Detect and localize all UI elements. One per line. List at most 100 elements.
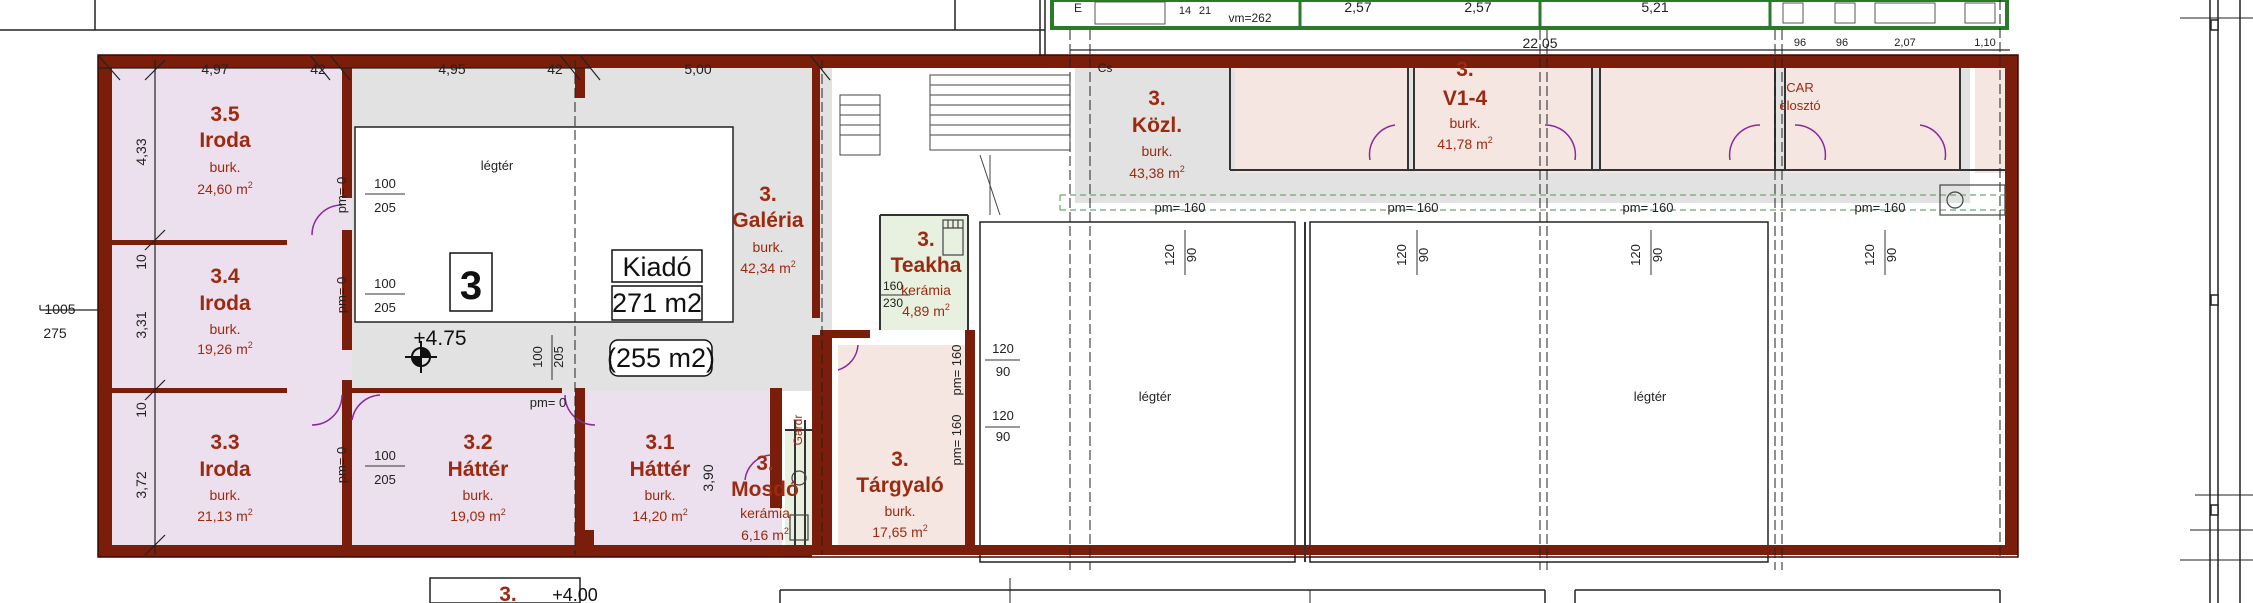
room-number: 3.5 — [210, 103, 240, 126]
legter-gallery: légtér — [481, 158, 514, 173]
room-area: 4,89 m2 — [902, 302, 950, 319]
tag-230-a: 230 — [883, 296, 903, 310]
room-number: 3. — [1148, 87, 1166, 110]
dim-390: 3,90 — [700, 464, 716, 491]
dim-b: 42 — [310, 61, 326, 77]
tag-90-d: 90 — [1416, 248, 1431, 262]
room-area: 41,78 m2 — [1437, 135, 1493, 152]
dim-f2: 96 — [1836, 37, 1848, 49]
room-finish: burk. — [209, 159, 240, 175]
room-area: 19,09 m2 — [450, 507, 506, 524]
tag-90-b: 90 — [996, 429, 1010, 444]
room-number: 3. — [1456, 58, 1474, 81]
dim-c: 4,95 — [438, 61, 465, 77]
dim-label-e: E — [1074, 1, 1082, 15]
room-finish: burk. — [1141, 143, 1172, 159]
tag-100-c: 100 — [374, 448, 396, 463]
room-name: Iroda — [199, 458, 251, 481]
legter-mid: légtér — [1139, 389, 1172, 404]
dim-a: 4,97 — [201, 61, 228, 77]
room-name: Teakha — [891, 254, 962, 277]
area-sub: (255 m2) — [607, 343, 715, 373]
tag-pm160-f: pm= 160 — [949, 415, 964, 466]
tag-pm0-b: pm= 0 — [334, 277, 349, 314]
tag-120-b: 120 — [992, 408, 1014, 423]
car-label: CAR — [1786, 80, 1813, 95]
room-name: Galéria — [732, 209, 804, 232]
dim-left-l2: 275 — [43, 325, 67, 341]
room-finish: burk. — [1449, 115, 1480, 131]
room-finish: burk. — [462, 487, 493, 503]
dim-d: 42 — [547, 61, 563, 77]
legter-right: légtér — [1634, 389, 1667, 404]
dim-v21: 21 — [1199, 5, 1211, 17]
tag-90-a: 90 — [996, 364, 1010, 379]
room-area: 19,26 m2 — [197, 340, 253, 357]
big-number: 3 — [460, 264, 482, 308]
room-finish: kerámia — [901, 282, 951, 298]
tag-100-b: 100 — [374, 276, 396, 291]
dim-v14: 14 — [1179, 5, 1191, 17]
dim-e3: 5,21 — [1641, 0, 1668, 15]
tag-100-a: 100 — [374, 176, 396, 191]
room-number: 3. — [759, 183, 777, 206]
dim-e: 5,00 — [684, 61, 711, 77]
room-name: Iroda — [199, 129, 251, 152]
room-area: 24,60 m2 — [197, 180, 253, 197]
tag-pm160-e: pm= 160 — [949, 345, 964, 396]
dim-left-4: 10 — [133, 402, 149, 418]
room-number: 3.2 — [463, 431, 492, 454]
tag-pm0-a: pm= 0 — [334, 177, 349, 214]
room-name: Iroda — [199, 292, 251, 315]
room-name: Tárgyaló — [856, 474, 944, 497]
room-number: 3. — [891, 448, 909, 471]
room-finish: burk. — [644, 487, 675, 503]
room-finish: burk. — [752, 239, 783, 255]
tag-pm0-d: pm= 0 — [530, 395, 567, 410]
dim-f4: 1,10 — [1974, 37, 1995, 49]
room-name: Közl. — [1132, 114, 1182, 137]
tag-205-d: 205 — [551, 346, 566, 368]
room-area: 14,20 m2 — [632, 507, 688, 524]
tag-205-c: 205 — [374, 472, 396, 487]
tag-pm160-b: pm= 160 — [1388, 200, 1439, 215]
dim-f3: 2,07 — [1894, 37, 1915, 49]
tag-pm160-d: pm= 160 — [1855, 200, 1906, 215]
room-name: V1-4 — [1443, 87, 1488, 110]
room-name: Háttér — [448, 458, 509, 481]
room-number: 3.3 — [210, 431, 239, 454]
dim-e1: 2,57 — [1344, 0, 1371, 15]
kiado-label: Kiadó — [622, 252, 691, 282]
room-area: 42,34 m2 — [740, 259, 796, 276]
tag-pm0-c: pm= 0 — [334, 447, 349, 484]
dim-left-l1: 1005 — [44, 301, 75, 317]
dim-left-5: 3,72 — [133, 471, 149, 498]
tag-120-d: 120 — [1394, 244, 1409, 266]
dim-left-2: 10 — [133, 254, 149, 270]
dim-f1: 96 — [1794, 37, 1806, 49]
tag-120-e: 120 — [1628, 244, 1643, 266]
dim-left-3: 3,31 — [133, 311, 149, 338]
bottom-room: 3. — [499, 583, 517, 603]
room-number: 3.1 — [645, 431, 675, 454]
room-name: Háttér — [630, 458, 691, 481]
tag-120-a: 120 — [992, 341, 1014, 356]
room-number: 3. — [756, 452, 774, 475]
dim-vm: vm=262 — [1228, 11, 1271, 25]
tag-pm160-a: pm= 160 — [1155, 200, 1206, 215]
tag-100-d: 100 — [530, 346, 545, 368]
dim-cs: Cs — [1098, 61, 1113, 75]
room-area: 43,38 m2 — [1129, 164, 1185, 181]
level-bottom: +4.00 — [552, 585, 598, 603]
dim-left-1: 4,33 — [133, 138, 149, 165]
tag-pm160-c: pm= 160 — [1623, 200, 1674, 215]
gardr-label: Gardr — [791, 415, 805, 446]
tag-160-a: 160 — [883, 279, 903, 293]
room-area: 6,16 m2 — [741, 526, 789, 543]
tag-205-a: 205 — [374, 200, 396, 215]
floor-plan: 4,97 42 4,95 42 5,00 22,05 2,57 2,57 5,2… — [0, 0, 2253, 603]
room-number: 3. — [917, 228, 935, 251]
tag-120-c: 120 — [1162, 244, 1177, 266]
eloszto-label: elosztó — [1779, 98, 1820, 113]
room-area: 17,65 m2 — [872, 523, 928, 540]
